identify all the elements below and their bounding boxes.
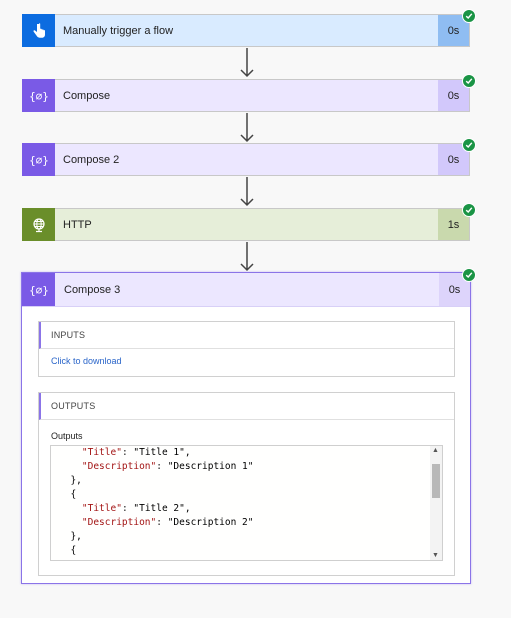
code-line: "Title": "Title 2", xyxy=(81,503,191,514)
compose-braces-icon: {∅} xyxy=(22,273,55,306)
success-check-icon xyxy=(462,203,476,217)
step-title: Manually trigger a flow xyxy=(63,24,174,37)
scroll-up-icon[interactable]: ▲ xyxy=(432,447,439,454)
step-title: Compose xyxy=(63,89,111,102)
step-title: Compose 3 xyxy=(64,283,121,296)
step-title: HTTP xyxy=(63,218,92,231)
touch-hand-icon xyxy=(22,14,55,47)
step-http[interactable]: HTTP 1s xyxy=(22,203,476,241)
step-title: Compose 2 xyxy=(63,153,120,166)
flow-arrow-icon xyxy=(240,242,254,272)
outputs-json: "Title": "Title 1", "Description": "Desc… xyxy=(51,446,442,558)
flow-arrow-icon xyxy=(240,177,254,207)
success-check-icon xyxy=(462,138,476,152)
code-line: { xyxy=(59,489,77,500)
svg-text:{∅}: {∅} xyxy=(30,90,48,103)
code-line: "Description": "Description 2" xyxy=(81,517,254,528)
inputs-heading: INPUTS xyxy=(39,322,454,349)
outputs-section: OUTPUTS Outputs "Title": "Title 1", "Des… xyxy=(38,392,455,576)
compose-braces-icon: {∅} xyxy=(22,143,55,176)
code-line: { xyxy=(59,545,77,556)
success-check-icon xyxy=(462,268,476,282)
step-manually-trigger[interactable]: Manually trigger a flow 0s xyxy=(22,9,476,47)
scroll-thumb[interactable] xyxy=(432,464,440,498)
scroll-down-icon[interactable]: ▼ xyxy=(432,552,439,559)
flow-arrow-icon xyxy=(240,113,254,143)
step-compose-3-header[interactable]: {∅} Compose 3 0s xyxy=(22,268,476,307)
svg-text:{∅}: {∅} xyxy=(30,284,48,297)
code-line: "Title": "Title 1", xyxy=(81,447,191,458)
step-compose[interactable]: {∅} Compose 0s xyxy=(22,74,476,112)
outputs-code-viewer[interactable]: "Title": "Title 1", "Description": "Desc… xyxy=(50,445,443,561)
code-line: }, xyxy=(59,531,82,542)
outputs-field-label: Outputs xyxy=(51,431,83,441)
success-check-icon xyxy=(462,74,476,88)
code-line: }, xyxy=(59,475,82,486)
globe-icon xyxy=(22,208,55,241)
compose-braces-icon: {∅} xyxy=(22,79,55,112)
svg-text:{∅}: {∅} xyxy=(30,154,48,167)
step-compose-2[interactable]: {∅} Compose 2 0s xyxy=(22,138,476,176)
code-scrollbar[interactable]: ▲ ▼ xyxy=(430,446,442,560)
click-to-download-link[interactable]: Click to download xyxy=(39,349,454,366)
inputs-section: INPUTS Click to download xyxy=(38,321,455,377)
flow-arrow-icon xyxy=(240,48,254,78)
code-line: "Description": "Description 1" xyxy=(81,461,254,472)
outputs-heading: OUTPUTS xyxy=(39,393,454,420)
success-check-icon xyxy=(462,9,476,23)
step-compose-3-expanded: {∅} Compose 3 0s INPUTS Click to downloa… xyxy=(21,268,476,584)
